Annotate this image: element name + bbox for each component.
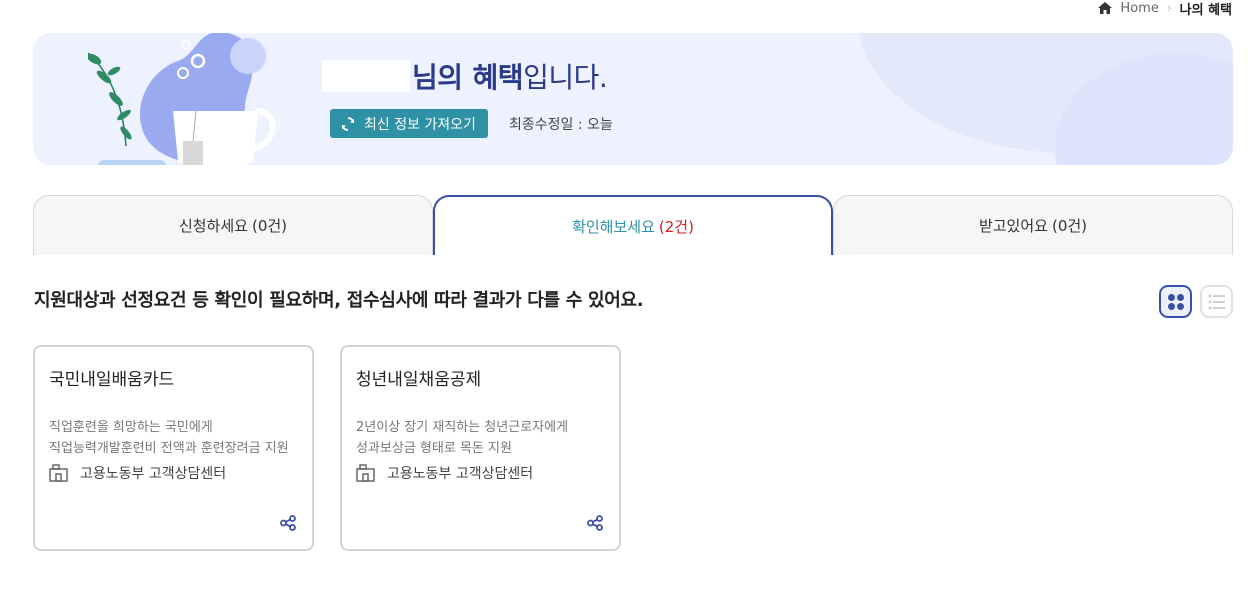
grid-icon (1167, 293, 1184, 310)
home-icon[interactable] (1098, 2, 1113, 14)
refresh-info-label: 최신 정보 가져오기 (364, 116, 476, 133)
card-description-line: 직업훈련을 희망하는 국민에게 (49, 420, 213, 435)
card-contact-label: 고용노동부 고객상담센터 (387, 466, 534, 482)
greeting-strong: 혜택 (472, 61, 524, 94)
grid-view-button[interactable] (1159, 285, 1192, 318)
benefit-card[interactable]: 청년내일채움공제 2년이상 장기 재직하는 청년근로자에게 성과보상금 형태로 … (340, 345, 621, 551)
breadcrumb-current: 나의 혜택 (1179, 2, 1232, 18)
card-contact-label: 고용노동부 고객상담센터 (80, 466, 227, 482)
tab-label: 확인해보세요 (572, 217, 655, 236)
share-icon[interactable] (587, 515, 603, 531)
tab-label: 받고있어요 (978, 217, 1048, 235)
benefit-banner: 님의 혜택 입니다. 최신 정보 가져오기 최종수정일 : 오늘 (33, 33, 1233, 165)
greeting-end: 입니다. (523, 61, 608, 94)
tab-label: 신청하세요 (178, 217, 248, 235)
card-contact: 고용노동부 고객상담센터 (49, 463, 226, 483)
card-title: 국민내일배움카드 (49, 370, 175, 390)
tab-apply[interactable]: 신청하세요 (0건) (33, 195, 433, 255)
refresh-icon (341, 116, 355, 131)
page-title: 님의 혜택 입니다. (322, 55, 608, 97)
card-description: 직업훈련을 희망하는 국민에게 직업능력개발훈련비 전액과 훈련장려금 지원 (49, 417, 304, 459)
list-icon (1208, 294, 1225, 309)
greeting-suffix: 님의 (412, 61, 463, 94)
card-description: 2년이상 장기 재직하는 청년근로자에게 성과보상금 형태로 목돈 지원 (356, 417, 611, 459)
list-view-button[interactable] (1200, 285, 1233, 318)
tea-cup-illustration (88, 33, 276, 165)
user-name-mask (322, 60, 410, 92)
card-description-line: 2년이상 장기 재직하는 청년근로자에게 (356, 420, 569, 435)
tab-check[interactable]: 확인해보세요 (2건) (433, 195, 833, 257)
tab-count: (2건) (658, 217, 694, 236)
building-icon (49, 464, 68, 482)
card-title: 청년내일채움공제 (356, 370, 482, 390)
card-description-line: 직업능력개발훈련비 전액과 훈련장려금 지원 (49, 441, 289, 456)
chevron-right-icon: › (1166, 1, 1172, 15)
tab-count: (0건) (251, 217, 288, 235)
benefit-card[interactable]: 국민내일배움카드 직업훈련을 희망하는 국민에게 직업능력개발훈련비 전액과 훈… (33, 345, 314, 551)
tab-count: (0건) (1051, 217, 1088, 235)
breadcrumb: Home › 나의 혜택 (1098, 0, 1232, 18)
refresh-info-button[interactable]: 최신 정보 가져오기 (330, 109, 488, 138)
tab-receiving[interactable]: 받고있어요 (0건) (833, 195, 1233, 255)
card-description-line: 성과보상금 형태로 목돈 지원 (356, 441, 512, 456)
last-updated-text: 최종수정일 : 오늘 (509, 116, 613, 133)
building-icon (356, 464, 375, 482)
section-description: 지원대상과 선정요건 등 확인이 필요하며, 접수심사에 따라 결과가 다를 수… (34, 290, 644, 311)
benefit-tabs: 신청하세요 (0건) 확인해보세요 (2건) 받고있어요 (0건) (33, 195, 1233, 257)
share-icon[interactable] (280, 515, 296, 531)
tab-active-cover (435, 255, 831, 257)
view-toggle (1159, 285, 1233, 318)
breadcrumb-home-link[interactable]: Home (1120, 1, 1158, 16)
card-contact: 고용노동부 고객상담센터 (356, 463, 533, 483)
